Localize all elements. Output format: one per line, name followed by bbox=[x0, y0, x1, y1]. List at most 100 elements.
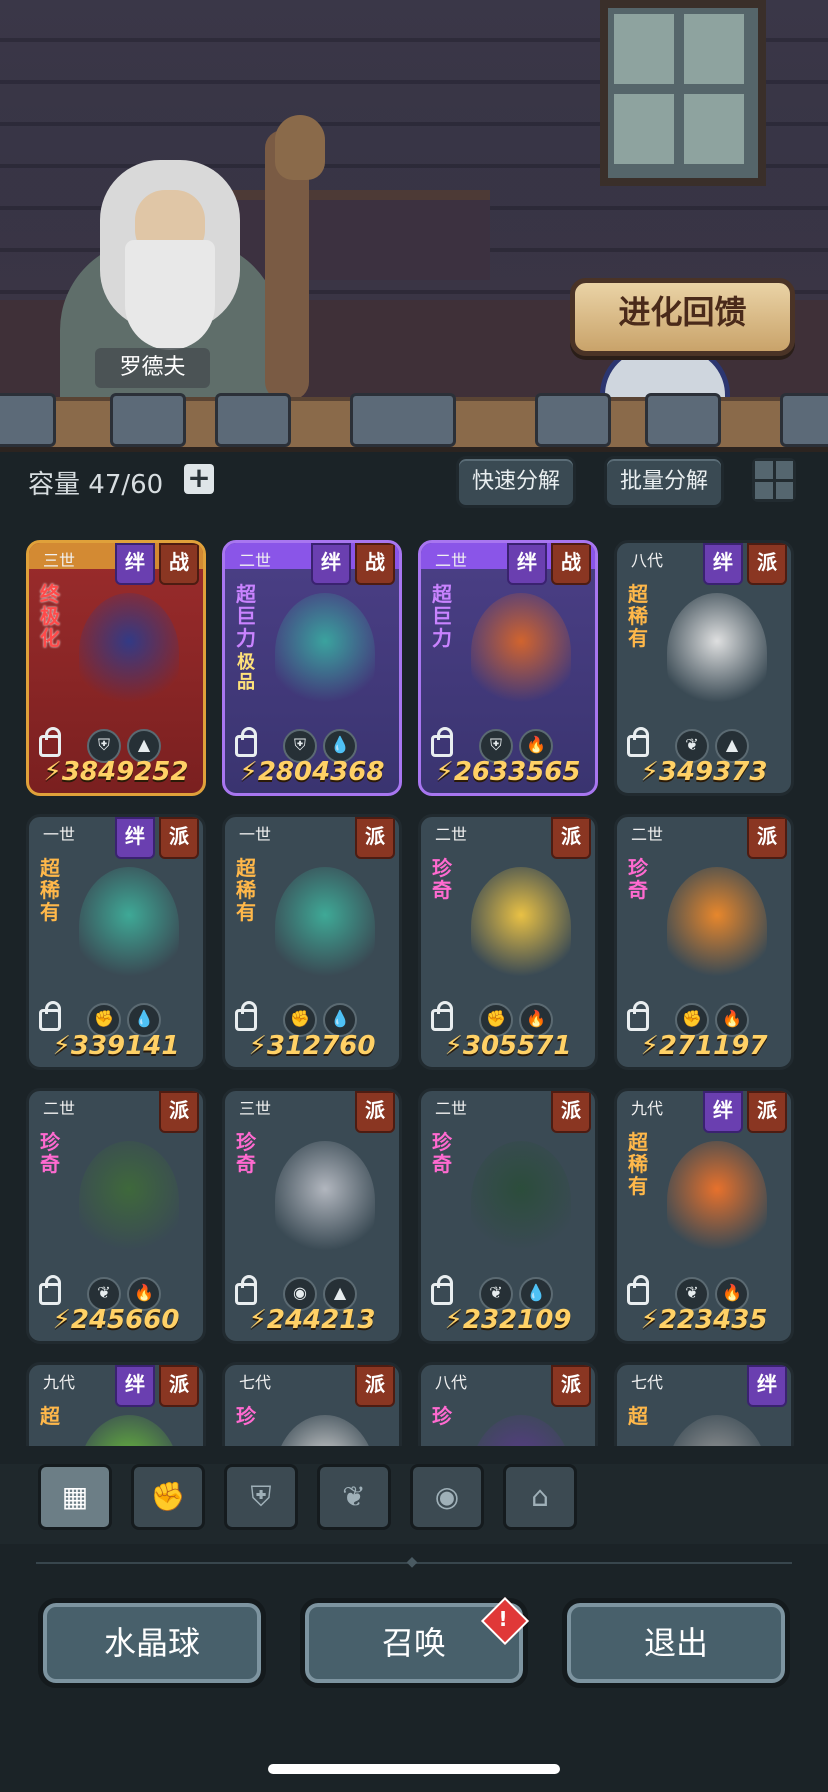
monster-card[interactable]: 七代 派珍 bbox=[222, 1362, 402, 1446]
faction-badge: 派 bbox=[355, 1091, 395, 1133]
batch-decompose-button[interactable]: 批量分解 bbox=[604, 456, 724, 508]
grid-view-icon[interactable] bbox=[752, 458, 796, 502]
monster-card[interactable]: 三世派珍奇 ◉ ▲ ⚡244213 bbox=[222, 1088, 402, 1344]
exit-button[interactable]: 退出 bbox=[562, 1598, 790, 1688]
card-badges: 绊派 bbox=[115, 1365, 199, 1407]
battle-badge: 战 bbox=[355, 543, 395, 585]
battle-badge: 战 bbox=[551, 543, 591, 585]
lock-icon[interactable] bbox=[235, 1001, 257, 1031]
tab-sprout[interactable]: ❦ bbox=[317, 1464, 391, 1530]
bond-badge: 绊 bbox=[115, 543, 155, 585]
card-rarity: 超稀有 bbox=[236, 856, 256, 924]
monster-card[interactable]: 二世派珍奇 ✊ 🔥 ⚡305571 bbox=[418, 814, 598, 1070]
quick-decompose-button[interactable]: 快速分解 bbox=[456, 456, 576, 508]
lock-icon[interactable] bbox=[627, 727, 649, 757]
lock-icon[interactable] bbox=[235, 727, 257, 757]
card-badges: 派 bbox=[551, 817, 591, 859]
faction-badge: 派 bbox=[159, 1091, 199, 1133]
card-power: ⚡305571 bbox=[444, 1031, 572, 1061]
card-rarity: 珍奇 bbox=[628, 856, 648, 902]
faction-badge: 派 bbox=[355, 817, 395, 859]
sprout-icon: ❦ bbox=[342, 1480, 366, 1513]
alien-icon: ◉ bbox=[434, 1480, 460, 1513]
lock-icon[interactable] bbox=[39, 727, 61, 757]
faction-badge: 派 bbox=[747, 817, 787, 859]
card-power: ⚡244213 bbox=[248, 1305, 376, 1335]
crystal-ball-button[interactable]: 水晶球 bbox=[38, 1598, 266, 1688]
card-badges: 绊派 bbox=[703, 543, 787, 585]
card-badges: 派 bbox=[355, 1091, 395, 1133]
monster-art bbox=[79, 867, 179, 987]
card-generation: 七代 bbox=[239, 1373, 272, 1392]
monster-card[interactable]: 八代 派珍 bbox=[418, 1362, 598, 1446]
card-power: ⚡2804368 bbox=[239, 757, 385, 787]
faction-badge: 派 bbox=[551, 1091, 591, 1133]
monster-card[interactable]: 二世绊战超巨力 ⛨ 🔥 ⚡2633565 bbox=[418, 540, 598, 796]
card-badges: 派 bbox=[355, 817, 395, 859]
monster-card[interactable]: 九代绊派超稀有 ❦ 🔥 ⚡223435 bbox=[614, 1088, 794, 1344]
divider-ornament-icon: ◆ bbox=[406, 1554, 418, 1570]
tab-shield[interactable]: ⛨ bbox=[224, 1464, 298, 1530]
tab-fist[interactable]: ✊ bbox=[131, 1464, 205, 1530]
card-badges: 绊派 bbox=[115, 817, 199, 859]
card-generation: 八代 bbox=[631, 551, 664, 570]
card-badges: 绊战 bbox=[507, 543, 591, 585]
card-generation: 一世 bbox=[43, 825, 76, 844]
home-indicator[interactable] bbox=[268, 1764, 560, 1774]
monster-art bbox=[667, 1141, 767, 1261]
tab-temple[interactable]: ⌂ bbox=[503, 1464, 577, 1530]
lock-icon[interactable] bbox=[431, 1001, 453, 1031]
card-generation: 二世 bbox=[239, 551, 272, 570]
lock-icon[interactable] bbox=[39, 1001, 61, 1031]
winged-shield-icon: ⛨ bbox=[250, 1480, 272, 1513]
card-badges: 派 bbox=[551, 1091, 591, 1133]
card-badges: 绊 bbox=[747, 1365, 787, 1407]
lock-icon[interactable] bbox=[235, 1275, 257, 1305]
bond-badge: 绊 bbox=[115, 1365, 155, 1407]
monster-art bbox=[79, 1141, 179, 1261]
card-badges: 绊战 bbox=[311, 543, 395, 585]
card-generation: 二世 bbox=[435, 551, 468, 570]
tab-all[interactable]: ▦ bbox=[38, 1464, 112, 1530]
card-rarity: 超稀有 bbox=[40, 856, 60, 924]
lock-icon[interactable] bbox=[627, 1001, 649, 1031]
card-power: ⚡339141 bbox=[52, 1031, 180, 1061]
bond-badge: 绊 bbox=[507, 543, 547, 585]
card-power: ⚡223435 bbox=[640, 1305, 768, 1335]
card-generation: 一世 bbox=[239, 825, 272, 844]
study-window bbox=[600, 0, 766, 186]
monster-art bbox=[79, 1415, 179, 1446]
monster-card[interactable]: 二世派珍奇 ✊ 🔥 ⚡271197 bbox=[614, 814, 794, 1070]
card-badges: 派 bbox=[747, 817, 787, 859]
card-quality-tag: 极品 bbox=[237, 652, 255, 693]
lock-icon[interactable] bbox=[431, 1275, 453, 1305]
card-power: ⚡271197 bbox=[640, 1031, 768, 1061]
lock-icon[interactable] bbox=[431, 727, 453, 757]
card-rarity: 终极化 bbox=[40, 582, 60, 650]
monster-card[interactable]: 一世绊派超稀有 ✊ 💧 ⚡339141 bbox=[26, 814, 206, 1070]
lock-icon[interactable] bbox=[39, 1275, 61, 1305]
monster-art bbox=[471, 867, 571, 987]
card-power: ⚡3849252 bbox=[43, 757, 189, 787]
capacity-value: 47/60 bbox=[88, 470, 164, 500]
expand-capacity-button[interactable]: + bbox=[184, 464, 214, 494]
blocks-icon: ▦ bbox=[61, 1480, 89, 1513]
tab-alien[interactable]: ◉ bbox=[410, 1464, 484, 1530]
monster-card[interactable]: 八代绊派超稀有 ❦ ▲ ⚡349373 bbox=[614, 540, 794, 796]
card-generation: 七代 bbox=[631, 1373, 664, 1392]
card-rarity: 超 bbox=[40, 1404, 60, 1428]
capacity-label: 容量 47/60 bbox=[28, 470, 164, 500]
monster-card[interactable]: 七代 绊超 bbox=[614, 1362, 794, 1446]
monster-card[interactable]: 一世派超稀有 ✊ 💧 ⚡312760 bbox=[222, 814, 402, 1070]
card-power: ⚡2633565 bbox=[435, 757, 581, 787]
monster-art bbox=[275, 867, 375, 987]
monster-card[interactable]: 二世派珍奇 ❦ 🔥 ⚡245660 bbox=[26, 1088, 206, 1344]
monster-card[interactable]: 九代 绊派超 bbox=[26, 1362, 206, 1446]
lock-icon[interactable] bbox=[627, 1275, 649, 1305]
card-rarity: 珍奇 bbox=[40, 1130, 60, 1176]
monster-card[interactable]: 二世派珍奇 ❦ 💧 ⚡232109 bbox=[418, 1088, 598, 1344]
monster-card[interactable]: 三世绊战终极化 ⛨ ▲ ⚡3849252 bbox=[26, 540, 206, 796]
bond-badge: 绊 bbox=[115, 817, 155, 859]
monster-card[interactable]: 二世绊战超巨力 极品 ⛨ 💧 ⚡2804368 bbox=[222, 540, 402, 796]
evolution-reward-button[interactable]: 进化回馈 bbox=[570, 278, 795, 356]
